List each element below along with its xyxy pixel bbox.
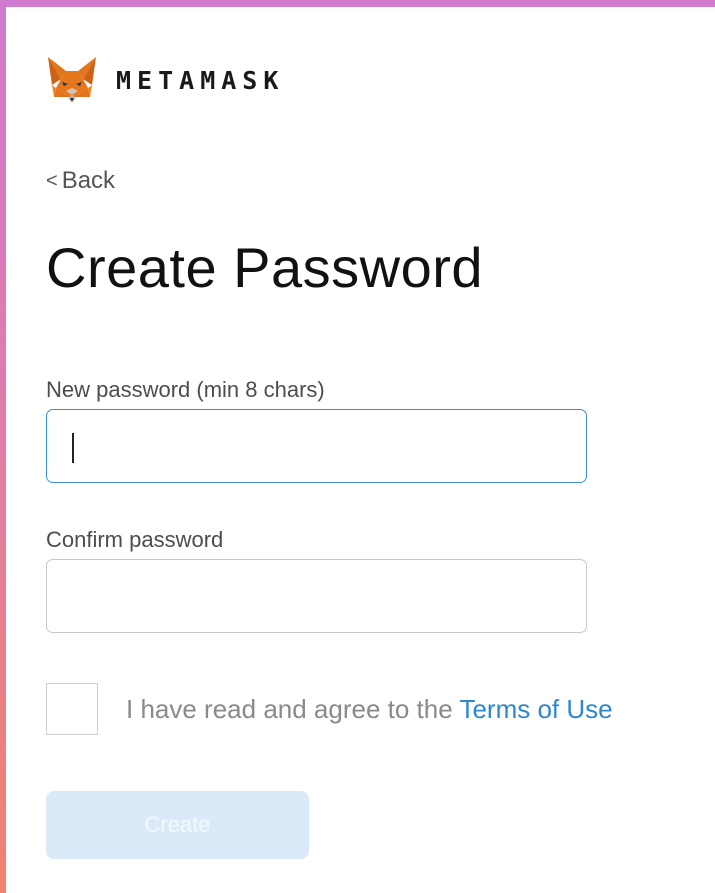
brand-wordmark: METAMASK: [116, 65, 285, 95]
terms-agreement: I have read and agree to the Terms of Us…: [46, 683, 613, 735]
create-button[interactable]: Create: [46, 791, 309, 859]
fox-icon: [48, 57, 96, 103]
back-link[interactable]: < Back: [46, 167, 115, 195]
confirm-password-label: Confirm password: [46, 527, 224, 552]
agreement-label: I have read and agree to the: [126, 693, 460, 724]
agreement-text: I have read and agree to the Terms of Us…: [126, 694, 613, 725]
new-password-label: New password (min 8 chars): [46, 377, 325, 402]
create-password-panel: METAMASK < Back Create Password New pass…: [6, 7, 715, 893]
terms-of-use-link[interactable]: Terms of Use: [459, 694, 612, 724]
terms-checkbox[interactable]: [46, 683, 98, 735]
new-password-input[interactable]: [46, 409, 587, 483]
chevron-left-icon: <: [46, 169, 58, 192]
confirm-password-input[interactable]: [46, 559, 587, 633]
back-label: Back: [61, 167, 116, 194]
brand-header: METAMASK: [46, 55, 284, 105]
page-title: Create Password: [46, 236, 484, 299]
